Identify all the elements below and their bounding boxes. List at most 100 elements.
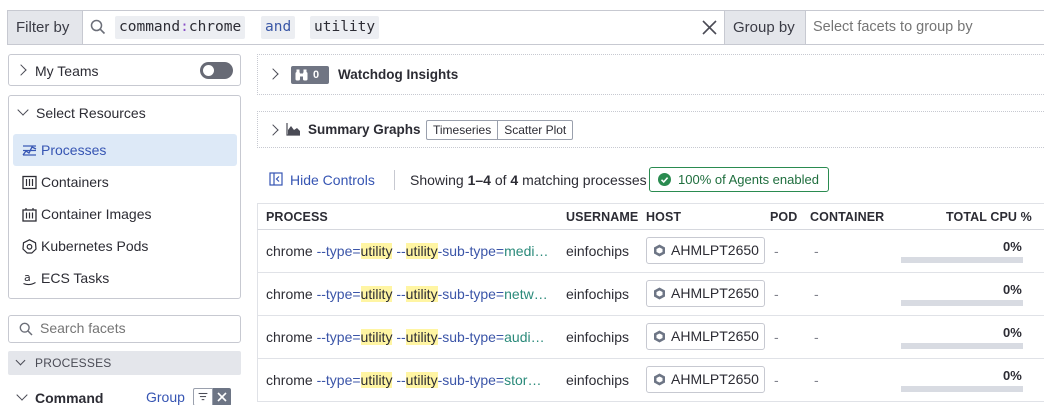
arg-value: stor… — [504, 372, 542, 388]
cpu-value: 0% — [1003, 239, 1022, 254]
filter-icon — [198, 392, 208, 401]
section-header-label: PROCESSES — [35, 356, 112, 370]
table-row[interactable]: chrome --type=utility --utility-sub-type… — [257, 273, 1044, 316]
timeseries-button[interactable]: Timeseries — [427, 121, 497, 139]
summary-graphs-title: Summary Graphs — [308, 122, 421, 137]
host-icon — [654, 244, 665, 257]
host-label: AHMLPT2650 — [671, 285, 759, 301]
container-cell: - — [814, 329, 819, 345]
containers-icon — [22, 175, 37, 190]
process-exe: chrome — [266, 329, 313, 345]
process-command: chrome --type=utility --utility-sub-type… — [266, 243, 551, 259]
arg-flag: -- — [396, 243, 406, 259]
process-exe: chrome — [266, 286, 313, 302]
aws-icon: a — [23, 271, 36, 286]
resource-kubernetes-pods[interactable]: Kubernetes Pods — [13, 230, 237, 262]
arg-value: audi… — [504, 329, 545, 345]
column-total-cpu[interactable]: TOTAL CPU % — [946, 210, 1032, 224]
host-chip[interactable]: AHMLPT2650 — [646, 280, 765, 307]
highlight-match: utility — [405, 329, 438, 345]
watchdog-title: Watchdog Insights — [338, 67, 459, 82]
process-command: chrome --type=utility --utility-sub-type… — [266, 286, 551, 302]
group-by-label: Group by — [724, 11, 806, 44]
column-username[interactable]: USERNAME — [566, 210, 638, 224]
watchdog-insights-panel[interactable]: 0 Watchdog Insights — [257, 54, 1044, 95]
showing-suffix: matching processes — [518, 172, 647, 188]
pod-cell: - — [774, 329, 779, 345]
resource-container-images[interactable]: Container Images — [13, 198, 237, 230]
my-teams-panel[interactable]: My Teams — [8, 54, 241, 86]
column-host[interactable]: HOST — [646, 210, 681, 224]
cpu-bar — [901, 343, 1023, 349]
summary-graphs-panel[interactable]: Summary Graphs Timeseries Scatter Plot — [257, 111, 1044, 148]
table-row[interactable]: chrome --type=utility --utility-sub-type… — [257, 359, 1044, 402]
host-icon — [654, 330, 665, 343]
host-chip[interactable]: AHMLPT2650 — [646, 237, 765, 264]
results-count: Showing 1–4 of 4 matching processes — [410, 172, 647, 188]
process-exe: chrome — [266, 372, 313, 388]
process-exe: chrome — [266, 243, 313, 259]
facet-filter-button[interactable] — [193, 388, 213, 405]
agents-enabled-badge[interactable]: 100% of Agents enabled — [649, 167, 829, 192]
arg-value: netw… — [504, 286, 548, 302]
resource-processes[interactable]: Processes — [13, 134, 237, 166]
search-token-and[interactable]: and — [261, 16, 296, 39]
watchdog-count: 0 — [313, 69, 320, 81]
resource-label: Processes — [41, 142, 107, 158]
username-cell: einfochips — [566, 286, 630, 302]
facet-search-input[interactable] — [40, 320, 230, 336]
token-colon: : — [180, 19, 189, 35]
host-chip[interactable]: AHMLPT2650 — [646, 366, 765, 393]
column-process[interactable]: PROCESS — [266, 210, 328, 224]
host-label: AHMLPT2650 — [671, 242, 759, 258]
highlight-match: utility — [360, 243, 393, 259]
host-icon — [654, 373, 665, 386]
group-by-input[interactable] — [813, 11, 1033, 44]
highlight-match: utility — [360, 329, 393, 345]
column-pod[interactable]: POD — [770, 210, 797, 224]
column-container[interactable]: CONTAINER — [810, 210, 884, 224]
table-row[interactable]: chrome --type=utility --utility-sub-type… — [257, 230, 1044, 273]
search-token-utility[interactable]: utility — [310, 16, 380, 39]
chevron-down-icon[interactable] — [17, 104, 29, 116]
table-row[interactable]: chrome --type=utility --utility-sub-type… — [257, 316, 1044, 359]
showing-range: 1–4 — [467, 172, 491, 188]
command-group-link[interactable]: Group — [146, 389, 185, 405]
arg-flag: -- — [396, 372, 406, 388]
my-teams-toggle[interactable] — [200, 62, 233, 79]
hide-controls-link[interactable]: Hide Controls — [290, 172, 375, 188]
host-chip[interactable]: AHMLPT2650 — [646, 323, 765, 350]
username-cell: einfochips — [566, 243, 630, 259]
resource-containers[interactable]: Containers — [13, 166, 237, 198]
arg-flag: -- — [396, 286, 406, 302]
chevron-down-icon — [15, 355, 26, 366]
binoculars-icon — [295, 69, 308, 81]
chevron-down-icon — [16, 389, 28, 401]
search-token-command[interactable]: command:chrome — [115, 16, 246, 39]
clear-search-icon[interactable] — [701, 19, 718, 36]
command-facet-label: Command — [35, 390, 104, 405]
facet-search[interactable] — [8, 315, 241, 343]
arg-flag: --type= — [316, 243, 361, 259]
search-bar[interactable]: Filter by command:chrome and utility Gro… — [7, 10, 1044, 45]
pod-cell: - — [774, 243, 779, 259]
close-icon — [217, 392, 227, 402]
host-icon — [654, 287, 665, 300]
facet-clear-button[interactable] — [213, 388, 231, 405]
svg-text:a: a — [24, 271, 31, 284]
check-circle-icon — [658, 173, 671, 186]
resource-ecs-tasks[interactable]: a ECS Tasks — [13, 262, 237, 294]
resource-label: Container Images — [41, 206, 152, 222]
cpu-bar — [901, 257, 1023, 263]
container-cell: - — [814, 243, 819, 259]
process-command: chrome --type=utility --utility-sub-type… — [266, 372, 551, 388]
processes-section-header[interactable]: PROCESSES — [8, 351, 241, 375]
highlight-match: utility — [405, 372, 438, 388]
command-facet[interactable]: Command Group — [8, 386, 241, 405]
watchdog-badge: 0 — [291, 66, 329, 84]
arg-flag: -sub-type= — [437, 286, 505, 302]
hide-controls-icon[interactable] — [269, 172, 283, 186]
filter-by-label: Filter by — [8, 11, 83, 44]
agents-enabled-label: 100% of Agents enabled — [678, 172, 819, 187]
scatter-plot-button[interactable]: Scatter Plot — [497, 121, 572, 139]
